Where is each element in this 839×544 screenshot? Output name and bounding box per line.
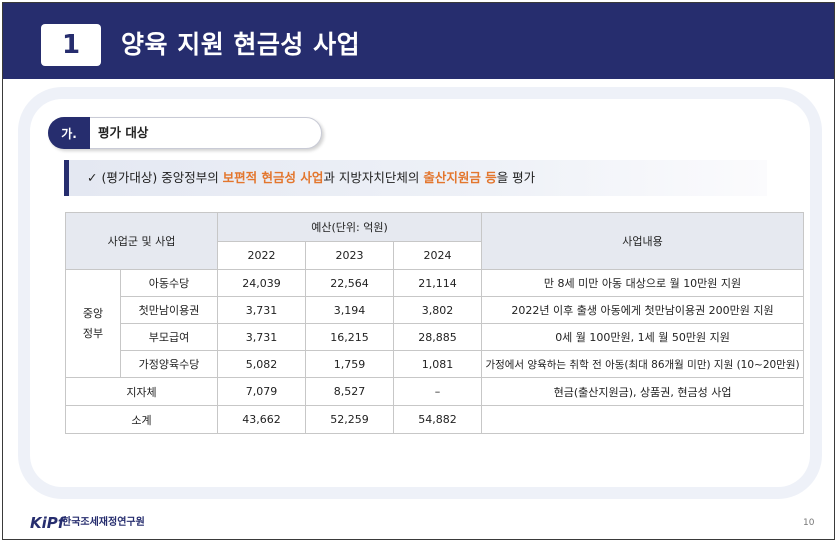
- value-2024: 1,081: [392, 350, 483, 378]
- value-2024: 28,885: [392, 323, 483, 351]
- value-2023: 1,759: [305, 350, 394, 378]
- value-2022: 43,662: [217, 405, 306, 434]
- program-name: 첫만남이용권: [120, 296, 218, 324]
- table-row: 첫만남이용권 3,731 3,194 3,802 2022년 이후 출생 아동에…: [66, 296, 805, 324]
- header-content: 사업내용: [481, 212, 805, 270]
- value-2024: 21,114: [392, 269, 483, 297]
- local-desc: 현금(출산지원금), 상품권, 현금성 사업: [481, 377, 805, 406]
- local-name: 지자체: [65, 377, 218, 406]
- value-2024: 54,882: [392, 405, 483, 434]
- total-name: 소계: [65, 405, 218, 434]
- summary-part-1: (평가대상) 중앙정부의: [101, 170, 223, 185]
- value-2024: –: [392, 377, 483, 406]
- table-row: 부모급여 3,731 16,215 28,885 0세 월 100만원, 1세 …: [66, 323, 805, 351]
- kipf-logo: KiPf: [30, 514, 65, 532]
- value-2022: 5,082: [217, 350, 306, 378]
- title-bar: 1 양육 지원 현금성 사업: [3, 3, 834, 79]
- summary-part-3: 을 평가: [496, 170, 536, 185]
- check-icon: ✓: [87, 170, 98, 185]
- group-central: 중앙 정부: [65, 269, 121, 378]
- summary-text: ✓ (평가대상) 중앙정부의 보편적 현금성 사업과 지방자치단체의 출산지원금…: [87, 160, 535, 196]
- header-year-2024: 2024: [392, 241, 483, 270]
- page-number: 10: [803, 518, 815, 528]
- program-desc: 0세 월 100만원, 1세 월 50만원 지원: [481, 323, 805, 351]
- page-title: 양육 지원 현금성 사업: [121, 30, 361, 59]
- value-2022: 3,731: [217, 323, 306, 351]
- header-year-2022: 2022: [217, 241, 306, 270]
- value-2023: 52,259: [305, 405, 394, 434]
- summary-part-2: 과 지방자치단체의: [323, 170, 424, 185]
- value-2022: 3,731: [217, 296, 306, 324]
- program-desc: 가정에서 양육하는 취학 전 아동(최대 86개월 미만) 지원 (10~20만…: [481, 350, 805, 378]
- program-name: 아동수당: [120, 269, 218, 297]
- subsection-title: 평가 대상: [98, 125, 149, 140]
- table-row: 중앙 정부 아동수당 24,039 22,564 21,114 만 8세 미만 …: [65, 269, 805, 378]
- header-program: 사업군 및 사업: [65, 212, 218, 270]
- org-name: 한국조세재정연구원: [62, 517, 145, 528]
- group-label-line-1: 중앙: [82, 306, 104, 320]
- table-row: 가정양육수당 5,082 1,759 1,081 가정에서 양육하는 취학 전 …: [66, 350, 805, 378]
- program-desc: 2022년 이후 출생 아동에게 첫만남이용권 200만원 지원: [481, 296, 805, 324]
- value-2022: 24,039: [217, 269, 306, 297]
- table-row-local: 지자체 7,079 8,527 – 현금(출산지원금), 상품권, 현금성 사업: [65, 377, 805, 406]
- summary-highlight-2: 출산지원금 등: [423, 170, 497, 185]
- group-label-line-2: 정부: [82, 326, 104, 340]
- header-year-2023: 2023: [305, 241, 394, 270]
- header-budget: 예산(단위: 억원): [216, 212, 483, 242]
- program-name: 부모급여: [120, 323, 218, 351]
- value-2024: 3,802: [392, 296, 483, 324]
- budget-table: 사업군 및 사업 예산(단위: 억원) 사업내용 2022 2023 2024 …: [65, 212, 805, 434]
- table-row-total: 소계 43,662 52,259 54,882: [65, 405, 805, 434]
- summary-highlight-1: 보편적 현금성 사업: [222, 170, 324, 185]
- value-2023: 3,194: [305, 296, 394, 324]
- value-2022: 7,079: [217, 377, 306, 406]
- subsection-badge: 가.: [48, 117, 90, 149]
- value-2023: 16,215: [305, 323, 394, 351]
- section-number: 1: [41, 24, 101, 66]
- program-name: 가정양육수당: [120, 350, 218, 378]
- total-desc: [481, 405, 805, 434]
- program-desc: 만 8세 미만 아동 대상으로 월 10만원 지원: [481, 269, 805, 297]
- value-2023: 22,564: [305, 269, 394, 297]
- value-2023: 8,527: [305, 377, 394, 406]
